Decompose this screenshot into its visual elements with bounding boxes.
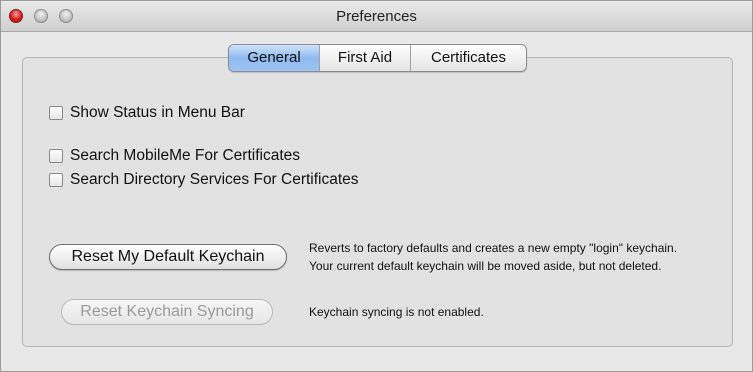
tab-general[interactable]: General xyxy=(229,45,319,71)
reset-default-description-line2: Your current default keychain will be mo… xyxy=(309,259,662,273)
search-directory-label[interactable]: Search Directory Services For Certificat… xyxy=(70,171,359,189)
title-bar[interactable]: Preferences xyxy=(1,1,752,32)
show-status-option[interactable]: Show Status in Menu Bar xyxy=(49,103,245,123)
reset-keychain-syncing-button: Reset Keychain Syncing xyxy=(61,299,273,325)
reset-default-description-line1: Reverts to factory defaults and creates … xyxy=(309,241,678,255)
search-mobileme-option[interactable]: Search MobileMe For Certificates xyxy=(49,146,300,166)
tab-certificates[interactable]: Certificates xyxy=(410,45,526,71)
search-mobileme-checkbox[interactable] xyxy=(49,149,63,163)
reset-syncing-description: Keychain syncing is not enabled. xyxy=(309,305,484,319)
window-title: Preferences xyxy=(336,8,417,25)
search-directory-checkbox[interactable] xyxy=(49,173,63,187)
search-mobileme-label[interactable]: Search MobileMe For Certificates xyxy=(70,147,300,165)
tab-bar: General First Aid Certificates xyxy=(228,44,527,72)
reset-default-keychain-button[interactable]: Reset My Default Keychain xyxy=(49,244,287,270)
show-status-label[interactable]: Show Status in Menu Bar xyxy=(70,104,245,122)
tab-first-aid[interactable]: First Aid xyxy=(319,45,410,71)
search-directory-option[interactable]: Search Directory Services For Certificat… xyxy=(49,170,359,190)
preferences-window: Preferences General First Aid Certificat… xyxy=(0,0,753,372)
show-status-checkbox[interactable] xyxy=(49,106,63,120)
